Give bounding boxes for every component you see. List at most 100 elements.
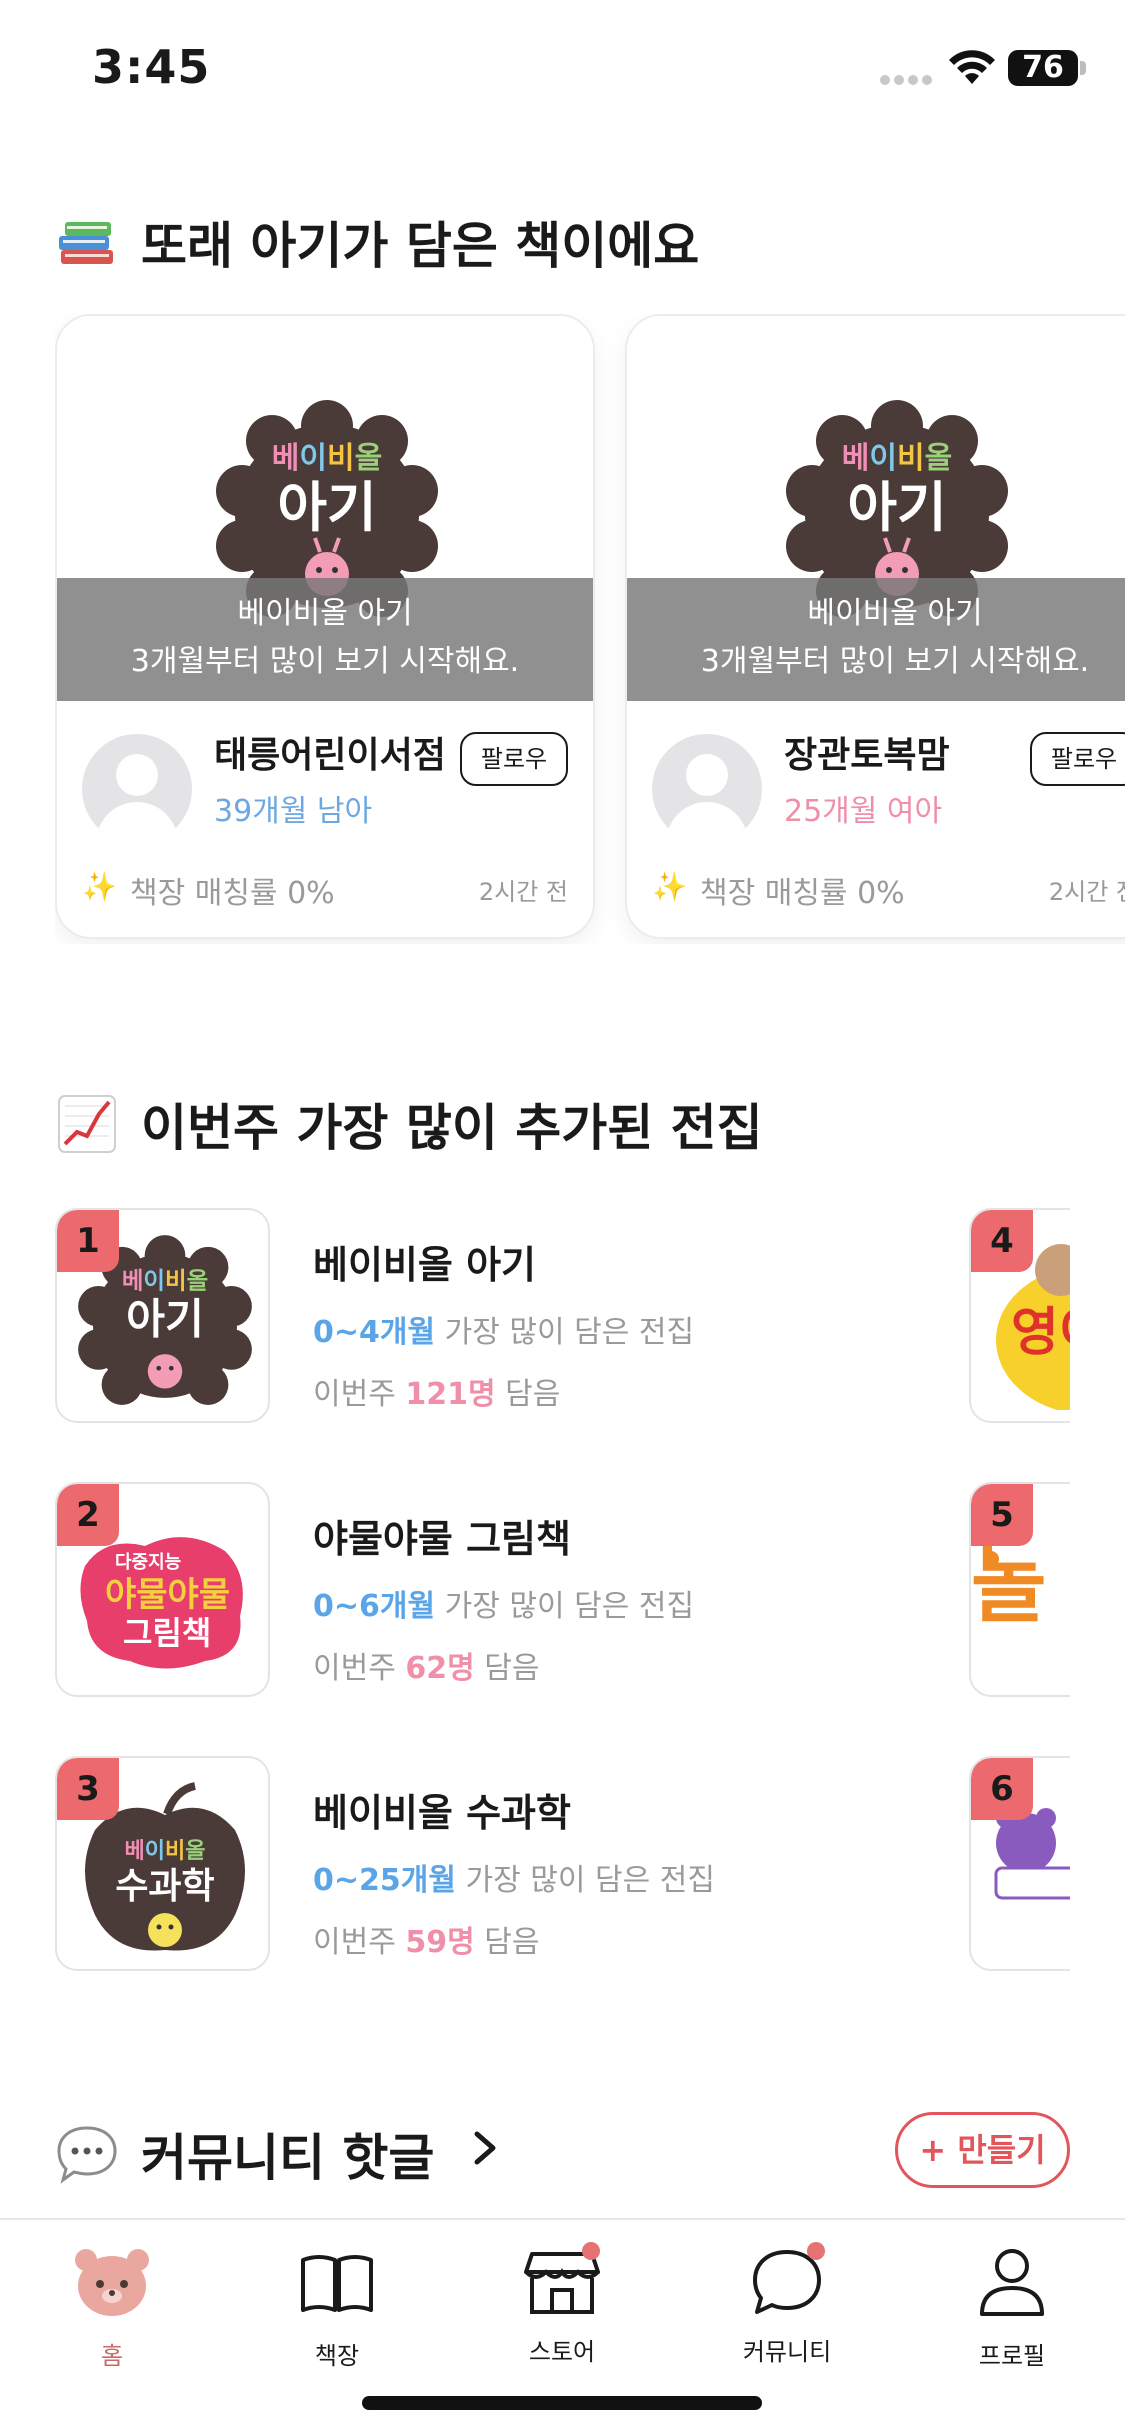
user-age: 25개월 여아 (784, 794, 943, 829)
book-icon (301, 2255, 373, 2312)
rank-title: 야물야물 그림책 (313, 1517, 571, 1561)
svg-text:그림책: 그림책 (123, 1614, 211, 1652)
svg-text:야물야물: 야물야물 (105, 1575, 230, 1615)
rank-badge: 5 (971, 1484, 1033, 1546)
ranking-list[interactable]: 1 베이비올 아기 베이비올 아기 0~4개월 가장 많이 담은 전집 이번주 … (55, 1208, 1070, 1978)
list-item[interactable]: 6 ♪ (969, 1756, 1070, 1971)
rank-age-suffix: 가장 많이 담은 전집 (435, 1315, 695, 1350)
tab-label: 홈 (100, 2342, 124, 2370)
chat-bubble-icon-wrap (747, 2242, 827, 2318)
book-card[interactable]: 베이비올 아기 베이비올 아기 3개월부터 많이 보기 시작해요. 장관토복맘 … (625, 314, 1125, 939)
section-ranking-header: 이번주 가장 많이 추가된 전집 (55, 1088, 763, 1160)
rank-age-line: 0~4개월 가장 많이 담은 전집 (313, 1307, 813, 1351)
rank-count-prefix: 이번주 (313, 1925, 406, 1960)
home-indicator[interactable] (362, 2396, 762, 2410)
user-name[interactable]: 장관토복맘 (784, 726, 950, 778)
list-item[interactable]: 1 베이비올 아기 베이비올 아기 0~4개월 가장 많이 담은 전집 이번주 … (55, 1208, 755, 1423)
match-rate: 책장 매칭률 0% (700, 876, 905, 911)
community-title-link[interactable]: 커뮤니티 핫글 (55, 2118, 434, 2190)
battery-tip (1080, 61, 1086, 75)
rank-age-suffix: 가장 많이 담은 전집 (435, 1589, 695, 1624)
person-icon (980, 2249, 1044, 2316)
avatar[interactable] (82, 734, 192, 844)
rank-count-line: 이번주 62명 담음 (313, 1643, 813, 1687)
timestamp: 2시간 전 (478, 878, 568, 906)
rank-count: 121명 (405, 1377, 496, 1412)
book-cover: 베이비올 아기 베이비올 아기 3개월부터 많이 보기 시작해요. (57, 316, 593, 701)
create-post-button[interactable]: + 만들기 (895, 2112, 1070, 2188)
status-bar: 3:45 76 (0, 0, 1125, 130)
tab-label: 책장 (314, 2342, 360, 2370)
chart-increasing-icon (58, 1095, 116, 1153)
list-item[interactable]: 2 다중지능 야물야물 그림책 야물야물 그림책 0~6개월 가장 많이 담은 … (55, 1482, 755, 1697)
books-carousel[interactable]: 베이비올 아기 베이비올 아기 3개월부터 많이 보기 시작해요. 태릉어린이서… (55, 314, 1125, 944)
bear-home-icon (75, 2249, 149, 2316)
cellular-signal-icon (880, 70, 936, 85)
cover-caption: 베이비올 아기 3개월부터 많이 보기 시작해요. (627, 578, 1125, 701)
list-item[interactable]: 5 놀 (969, 1482, 1070, 1697)
tab-community[interactable]: 커뮤니티 (712, 2242, 862, 2376)
chevron-right-icon[interactable] (465, 2128, 505, 2168)
svg-text:놀: 놀 (971, 1539, 1046, 1634)
svg-text:아기: 아기 (277, 476, 376, 539)
rank-count-prefix: 이번주 (313, 1377, 406, 1412)
rank-count-suffix: 담음 (495, 1377, 561, 1412)
rank-age-line: 0~6개월 가장 많이 담은 전집 (313, 1581, 813, 1625)
svg-text:영이: 영이 (1011, 1303, 1070, 1363)
cover-caption-line1: 베이비올 아기 (237, 596, 413, 631)
rank-badge: 1 (57, 1210, 119, 1272)
rank-thumbnail: 6 ♪ (969, 1756, 1070, 1971)
list-item[interactable]: 4 영이 (969, 1208, 1070, 1423)
rank-thumbnail: 1 베이비올 아기 (55, 1208, 270, 1423)
rank-count: 59명 (405, 1925, 475, 1960)
status-time: 3:45 (92, 40, 211, 94)
rank-thumbnail: 5 놀 (969, 1482, 1070, 1697)
tab-label: 스토어 (528, 2338, 596, 2366)
sparkle-icon: ✨ (652, 870, 687, 903)
rank-thumbnail: 4 영이 (969, 1208, 1070, 1423)
tab-bookshelf[interactable]: 책장 (262, 2246, 412, 2376)
svg-text:아기: 아기 (126, 1295, 204, 1344)
svg-text:베이비올: 베이비올 (122, 1266, 208, 1294)
rank-age-line: 0~25개월 가장 많이 담은 전집 (313, 1855, 813, 1899)
cover-caption-line1: 베이비올 아기 (807, 596, 983, 631)
rank-count-line: 이번주 59명 담음 (313, 1917, 813, 1961)
notification-dot (807, 2242, 825, 2260)
rank-title: 베이비올 아기 (313, 1243, 536, 1287)
rank-count-suffix: 담음 (474, 1925, 540, 1960)
battery-icon: 76 (1008, 50, 1078, 86)
rank-badge: 4 (971, 1210, 1033, 1272)
timestamp: 2시간 전 (1048, 878, 1125, 906)
rank-age: 0~4개월 (313, 1315, 436, 1350)
svg-text:베이비올: 베이비올 (842, 441, 952, 476)
section-ranking-title: 이번주 가장 많이 추가된 전집 (141, 1099, 763, 1157)
store-icon-wrap (522, 2242, 602, 2318)
rank-thumbnail: 3 베이비올 수과학 (55, 1756, 270, 1971)
tab-label: 프로필 (978, 2342, 1046, 2370)
user-name[interactable]: 태릉어린이서점 (214, 726, 446, 778)
tab-home[interactable]: 홈 (37, 2246, 187, 2376)
rank-badge: 6 (971, 1758, 1033, 1820)
user-age: 39개월 남아 (214, 794, 373, 829)
book-card[interactable]: 베이비올 아기 베이비올 아기 3개월부터 많이 보기 시작해요. 태릉어린이서… (55, 314, 595, 939)
tab-store[interactable]: 스토어 (487, 2242, 637, 2376)
svg-text:베이비올: 베이비올 (125, 1839, 206, 1864)
section-books-header: 또래 아기가 담은 책이에요 (55, 206, 699, 278)
svg-text:다중지능: 다중지능 (115, 1552, 181, 1573)
avatar[interactable] (652, 734, 762, 844)
svg-text:♪: ♪ (1069, 1799, 1070, 1824)
book-cover: 베이비올 아기 베이비올 아기 3개월부터 많이 보기 시작해요. (627, 316, 1125, 701)
tab-label: 커뮤니티 (742, 2338, 832, 2366)
rank-title: 베이비올 수과학 (313, 1791, 571, 1835)
community-header: 커뮤니티 핫글 + 만들기 (55, 2112, 1070, 2192)
tab-profile[interactable]: 프로필 (937, 2246, 1087, 2376)
rank-count-line: 이번주 121명 담음 (313, 1369, 813, 1413)
follow-button[interactable]: 팔로우 (1030, 732, 1125, 786)
card-user: 태릉어린이서점 39개월 남아 팔로우 (82, 726, 568, 844)
cover-caption: 베이비올 아기 3개월부터 많이 보기 시작해요. (57, 578, 593, 701)
rank-thumbnail: 2 다중지능 야물야물 그림책 (55, 1482, 270, 1697)
list-item[interactable]: 3 베이비올 수과학 베이비올 수과학 0~25개월 가장 많이 담은 전집 이… (55, 1756, 755, 1971)
rank-badge: 2 (57, 1484, 119, 1546)
follow-button[interactable]: 팔로우 (460, 732, 568, 786)
speech-bubble-icon (57, 2126, 117, 2184)
